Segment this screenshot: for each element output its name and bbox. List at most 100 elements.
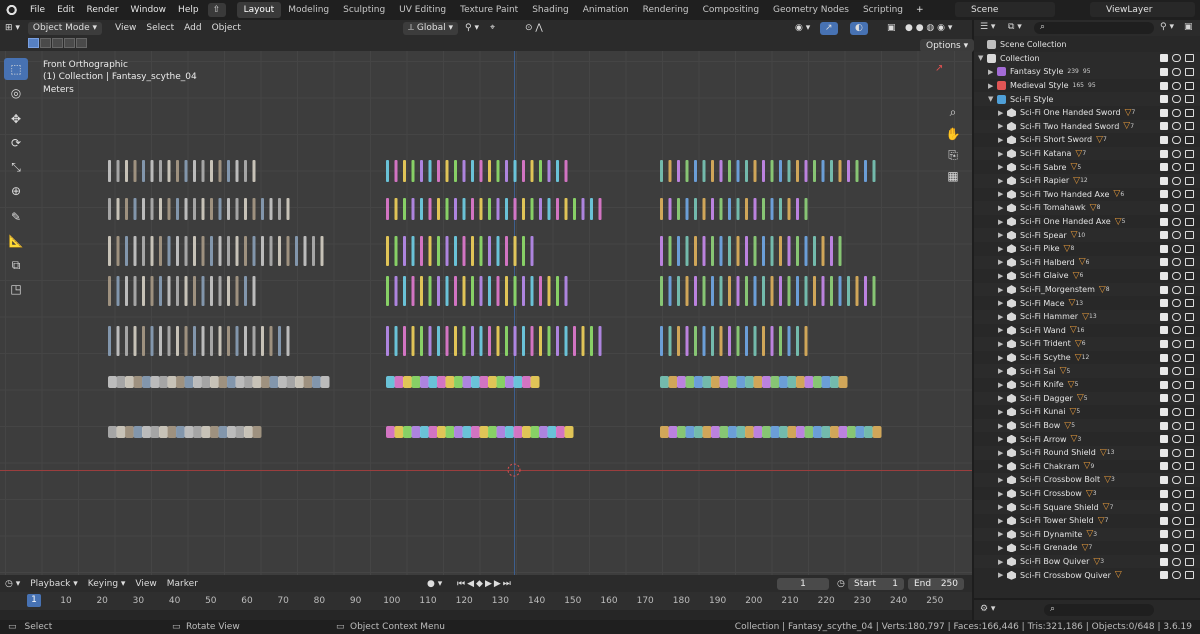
exclude-checkbox[interactable] bbox=[1160, 435, 1168, 444]
render-camera-icon[interactable] bbox=[1185, 285, 1194, 294]
render-camera-icon[interactable] bbox=[1185, 312, 1194, 321]
outliner-item[interactable]: ▶ Sci-Fi Arrow ▽ 3 bbox=[974, 432, 1200, 446]
render-camera-icon[interactable] bbox=[1185, 176, 1194, 185]
exclude-checkbox[interactable] bbox=[1160, 244, 1168, 253]
transform-orientation-selector[interactable]: ⟂ Global ▾ bbox=[403, 21, 458, 35]
render-camera-icon[interactable] bbox=[1185, 353, 1194, 362]
render-camera-icon[interactable] bbox=[1185, 503, 1194, 512]
outliner-group-sci-fi-style[interactable]: ▼ Sci-Fi Style bbox=[974, 92, 1200, 106]
expand-arrow-icon[interactable]: ▶ bbox=[998, 367, 1007, 375]
outliner-item[interactable]: ▶ Sci-Fi Bow ▽ 5 bbox=[974, 418, 1200, 433]
move-icon[interactable]: ✥ bbox=[4, 108, 28, 130]
tab-geometry-nodes[interactable]: Geometry Nodes bbox=[766, 2, 856, 18]
expand-arrow-icon[interactable]: ▶ bbox=[998, 530, 1007, 538]
render-camera-icon[interactable] bbox=[1185, 67, 1194, 76]
render-camera-icon[interactable] bbox=[1185, 489, 1194, 498]
outliner-item[interactable]: ▶ Sci-Fi Round Shield ▽ 13 bbox=[974, 446, 1200, 460]
eye-icon[interactable] bbox=[1172, 557, 1181, 566]
render-camera-icon[interactable] bbox=[1185, 203, 1194, 212]
outliner-group-fantasy-style[interactable]: ▶ Fantasy Style 239 95 bbox=[974, 65, 1200, 79]
eye-icon[interactable] bbox=[1172, 217, 1181, 226]
eye-icon[interactable] bbox=[1172, 367, 1181, 376]
tab-modeling[interactable]: Modeling bbox=[281, 2, 336, 18]
exclude-checkbox[interactable] bbox=[1160, 339, 1168, 348]
exclude-checkbox[interactable] bbox=[1160, 258, 1168, 267]
outliner-item[interactable]: ▶ Sci-Fi Dynamite ▽ 3 bbox=[974, 527, 1200, 542]
outliner-collection[interactable]: ▼ Collection bbox=[974, 51, 1200, 66]
expand-arrow-icon[interactable]: ▶ bbox=[998, 449, 1007, 457]
eye-icon[interactable] bbox=[1172, 380, 1181, 389]
eye-icon[interactable] bbox=[1172, 299, 1181, 308]
cursor-icon[interactable]: ◎ bbox=[4, 82, 28, 104]
gizmo-icon[interactable]: ↗ bbox=[820, 21, 838, 35]
render-camera-icon[interactable] bbox=[1185, 448, 1194, 457]
measure-icon[interactable]: 📐 bbox=[4, 230, 28, 252]
render-camera-icon[interactable] bbox=[1185, 149, 1194, 158]
outliner-search-input[interactable]: ⌕ bbox=[1034, 22, 1154, 34]
exclude-checkbox[interactable] bbox=[1160, 516, 1168, 525]
exclude-checkbox[interactable] bbox=[1160, 217, 1168, 226]
exclude-checkbox[interactable] bbox=[1160, 353, 1168, 362]
expand-arrow-icon[interactable]: ▶ bbox=[998, 136, 1007, 144]
render-camera-icon[interactable] bbox=[1185, 122, 1194, 131]
outliner-item[interactable]: ▶ Sci-Fi Tower Shield ▽ 7 bbox=[974, 514, 1200, 528]
outliner-item[interactable]: ▶ Sci-Fi Knife ▽ 5 bbox=[974, 378, 1200, 392]
select-intersect-icon[interactable] bbox=[76, 38, 87, 48]
render-camera-icon[interactable] bbox=[1185, 299, 1194, 308]
rotate-icon[interactable]: ⟳ bbox=[4, 132, 28, 154]
expand-arrow-icon[interactable]: ▶ bbox=[998, 394, 1007, 402]
render-camera-icon[interactable] bbox=[1185, 326, 1194, 335]
exclude-checkbox[interactable] bbox=[1160, 67, 1168, 76]
new-collection-icon[interactable]: ▣ bbox=[1184, 22, 1193, 32]
select-subtract-icon[interactable] bbox=[52, 38, 63, 48]
exclude-checkbox[interactable] bbox=[1160, 380, 1168, 389]
eye-icon[interactable] bbox=[1172, 149, 1181, 158]
blender-logo-icon[interactable] bbox=[4, 3, 18, 17]
exclude-checkbox[interactable] bbox=[1160, 326, 1168, 335]
expand-arrow-icon[interactable]: ▼ bbox=[978, 54, 987, 62]
outliner-item[interactable]: ▶ Sci-Fi Pike ▽ 8 bbox=[974, 242, 1200, 256]
menu-window[interactable]: Window bbox=[125, 5, 173, 15]
outliner-item[interactable]: ▶ Sci-Fi Two Handed Sword ▽ 7 bbox=[974, 119, 1200, 134]
xray-icon[interactable]: ▣ bbox=[882, 22, 901, 35]
outliner-item[interactable]: ▶ Sci-Fi Mace ▽ 13 bbox=[974, 296, 1200, 310]
expand-arrow-icon[interactable]: ▶ bbox=[998, 354, 1007, 362]
properties-search-input[interactable]: ⌕ bbox=[1044, 604, 1154, 616]
selection-mode-buttons[interactable] bbox=[28, 38, 88, 48]
tab-compositing[interactable]: Compositing bbox=[696, 2, 766, 18]
outliner-item[interactable]: ▶ Sci-Fi Wand ▽ 16 bbox=[974, 324, 1200, 338]
expand-arrow-icon[interactable]: ▶ bbox=[998, 313, 1007, 321]
expand-arrow-icon[interactable]: ▶ bbox=[998, 340, 1007, 348]
annotate-icon[interactable]: ✎ bbox=[4, 206, 28, 228]
expand-arrow-icon[interactable]: ▶ bbox=[998, 544, 1007, 552]
exclude-checkbox[interactable] bbox=[1160, 448, 1168, 457]
eye-icon[interactable] bbox=[1172, 285, 1181, 294]
filter-icon[interactable]: ⚲ ▾ bbox=[1160, 22, 1174, 32]
outliner-item[interactable]: ▶ Sci-Fi Crossbow Bolt ▽ 3 bbox=[974, 473, 1200, 487]
eye-icon[interactable] bbox=[1172, 54, 1181, 63]
expand-arrow-icon[interactable]: ▶ bbox=[998, 286, 1007, 294]
outliner-item[interactable]: ▶ Sci-Fi Grenade ▽ 7 bbox=[974, 541, 1200, 555]
expand-arrow-icon[interactable]: ▶ bbox=[998, 272, 1007, 280]
tab-layout[interactable]: Layout bbox=[236, 2, 282, 18]
workspace-options-icon[interactable]: ⇧ bbox=[207, 3, 226, 17]
exclude-checkbox[interactable] bbox=[1160, 489, 1168, 498]
eye-icon[interactable] bbox=[1172, 108, 1181, 117]
expand-arrow-icon[interactable]: ▼ bbox=[988, 95, 997, 103]
exclude-checkbox[interactable] bbox=[1160, 54, 1168, 63]
exclude-checkbox[interactable] bbox=[1160, 475, 1168, 484]
tab-scripting[interactable]: Scripting bbox=[856, 2, 910, 18]
expand-arrow-icon[interactable]: ▶ bbox=[998, 408, 1007, 416]
visibility-icon[interactable]: ◉ ▾ bbox=[790, 22, 815, 35]
outliner-scene-collection[interactable]: Scene Collection bbox=[974, 38, 1200, 52]
render-camera-icon[interactable] bbox=[1185, 571, 1194, 580]
outliner-item[interactable]: ▶ Sci-Fi_Morgenstem ▽ 8 bbox=[974, 282, 1200, 297]
start-frame-field[interactable]: Start 1 bbox=[848, 577, 904, 590]
pan-hand-icon[interactable]: ✋ bbox=[944, 125, 962, 143]
exclude-checkbox[interactable] bbox=[1160, 108, 1168, 117]
exclude-checkbox[interactable] bbox=[1160, 503, 1168, 512]
outliner-item[interactable]: ▶ Sci-Fi Glaive ▽ 6 bbox=[974, 269, 1200, 283]
outliner-item[interactable]: ▶ Sci-Fi Tomahawk ▽ 8 bbox=[974, 201, 1200, 215]
view-layer-selector[interactable]: ViewLayer bbox=[1090, 2, 1195, 17]
exclude-checkbox[interactable] bbox=[1160, 135, 1168, 144]
